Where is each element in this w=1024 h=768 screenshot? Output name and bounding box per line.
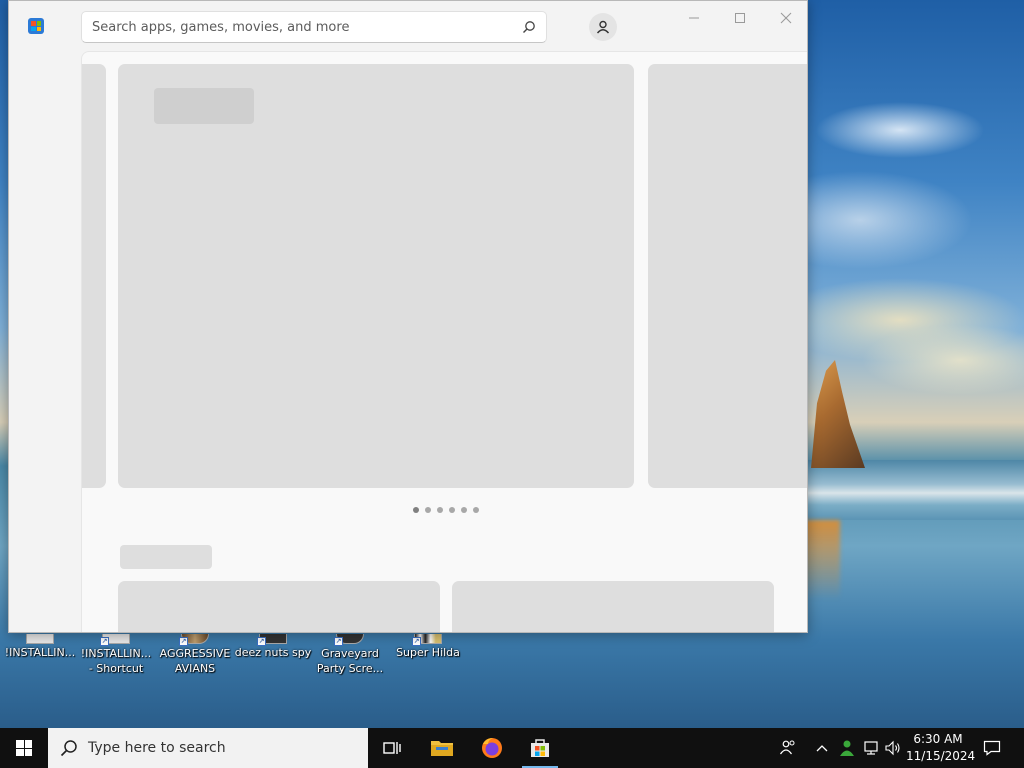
taskbar-clock[interactable]: 6:30 AM 11/15/2024 [906,731,976,765]
file-explorer-button[interactable] [422,728,462,768]
carousel-dot[interactable] [413,507,419,513]
desktop-icon-deez-nuts-spy[interactable]: ↗ deez nuts spy [235,630,311,686]
desktop-icon-label: Super Hilda [396,646,460,659]
shortcut-arrow-icon: ↗ [412,637,421,646]
desktop-icon-aggressive-avians[interactable]: ↗ AGGRESSIVE AVIANS [157,630,233,686]
hero-card-placeholder[interactable] [118,64,634,488]
people-button[interactable] [774,728,802,768]
network-tray-icon[interactable] [860,728,882,768]
carousel-dot[interactable] [437,507,443,513]
minimize-icon [689,17,699,19]
carousel-dot[interactable] [473,507,479,513]
desktop-icon-label: Graveyard Party Scre... [316,647,384,675]
task-view-icon [383,742,401,754]
file-explorer-icon [431,741,453,756]
maximize-icon [735,13,745,23]
store-search-input[interactable] [82,12,512,42]
volume-tray-icon[interactable] [882,728,904,768]
minimize-button[interactable] [671,3,717,33]
carousel-pager [413,507,479,513]
clock-time: 6:30 AM [913,732,963,746]
app-card-placeholder[interactable] [118,581,440,632]
desktop-icon-installing[interactable]: !INSTALLIN... [2,630,78,686]
task-view-button[interactable] [372,728,412,768]
desktop-icon-installing-shortcut[interactable]: ↗ !INSTALLIN... - Shortcut [78,630,154,686]
firefox-button[interactable] [472,728,512,768]
hero-card-next-placeholder[interactable] [648,64,807,488]
wallpaper-sea [808,460,1024,520]
clock-date: 11/15/2024 [906,749,976,763]
network-icon [864,741,878,755]
person-icon [596,20,610,34]
carousel-dot[interactable] [425,507,431,513]
shortcut-arrow-icon: ↗ [100,637,109,646]
section-title-placeholder [120,545,212,569]
store-nav-rail [9,1,81,632]
close-button[interactable] [763,3,807,33]
store-content-area [81,51,807,632]
search-icon [60,740,77,757]
hero-card-previous-placeholder[interactable] [82,64,106,488]
close-icon [780,12,792,24]
search-icon[interactable] [522,20,536,34]
firefox-icon [482,738,502,758]
people-icon [780,740,795,755]
speaker-icon [885,740,900,756]
shortcut-arrow-icon: ↗ [179,637,188,646]
action-center-button[interactable] [978,728,1006,768]
microsoft-store-button[interactable] [520,728,560,768]
shortcut-arrow-icon: ↗ [257,637,266,646]
user-status-icon [840,740,854,756]
microsoft-store-icon [28,18,44,34]
store-search-box[interactable] [81,11,547,43]
taskbar-search-placeholder: Type here to search [88,740,226,756]
notification-icon [983,740,1001,756]
desktop-icon-super-hilda[interactable]: ↗ Super Hilda [390,630,466,686]
carousel-dot[interactable] [449,507,455,513]
hero-title-placeholder [154,88,254,124]
maximize-button[interactable] [717,3,763,33]
chevron-up-icon [816,745,828,752]
desktop-icon-label: AGGRESSIVE AVIANS [159,647,231,675]
desktop-icon-graveyard[interactable]: ↗ Graveyard Party Scre... [312,630,388,686]
taskbar: Type here to search 6:30 AM 11/15/2024 [0,728,1024,768]
desktop-icon-label: !INSTALLIN... - Shortcut [80,647,152,675]
shortcut-arrow-icon: ↗ [334,637,343,646]
user-status-tray-icon[interactable] [836,728,858,768]
app-card-placeholder[interactable] [452,581,774,632]
taskbar-search-box[interactable]: Type here to search [48,728,368,768]
windows-logo-icon [16,740,32,756]
account-button[interactable] [589,13,617,41]
show-hidden-icons-button[interactable] [812,728,832,768]
store-window [8,0,808,633]
desktop-icon-label: !INSTALLIN... [4,646,76,659]
desktop-icon-label: deez nuts spy [234,646,312,659]
carousel-dot[interactable] [461,507,467,513]
start-button[interactable] [0,728,48,768]
microsoft-store-icon [531,739,549,757]
